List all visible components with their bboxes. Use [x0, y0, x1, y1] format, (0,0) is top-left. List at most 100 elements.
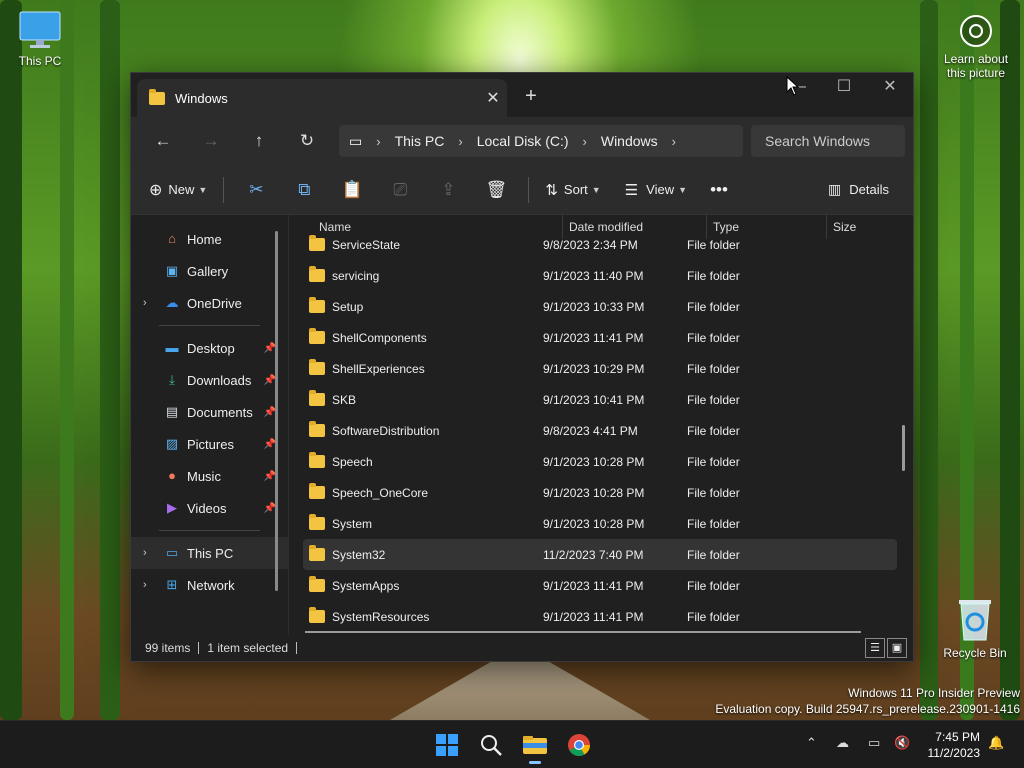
taskbar-file-explorer[interactable]: [521, 731, 549, 764]
chevron-down-icon: ▼: [198, 184, 208, 195]
forward-button[interactable]: →: [187, 131, 235, 151]
new-button[interactable]: ⊕ New ▼: [141, 174, 215, 206]
file-date-cell: 9/1/2023 11:41 PM: [543, 578, 644, 593]
column-header-size[interactable]: Size: [827, 215, 887, 239]
file-name-cell: ServiceState: [303, 235, 543, 252]
clipboard-icon: 📋: [341, 179, 363, 199]
taskbar-chrome[interactable]: [565, 731, 593, 759]
chevron-right-icon[interactable]: ›: [143, 579, 147, 591]
sidebar-item-this-pc[interactable]: › ▭ This PC: [131, 537, 288, 569]
cut-button[interactable]: ✂: [232, 174, 280, 206]
learn-about-picture[interactable]: Learn about this picture: [936, 14, 1016, 80]
clock[interactable]: 7:45 PM 11/2/2023: [928, 729, 981, 761]
column-header-date[interactable]: Date modified: [563, 215, 707, 239]
file-date-cell: 9/1/2023 10:28 PM: [543, 516, 645, 531]
search-button[interactable]: [477, 731, 505, 759]
file-name-cell: System: [303, 514, 543, 531]
notification-bell-icon[interactable]: 🔔: [988, 735, 1004, 751]
search-input[interactable]: Search Windows: [751, 125, 905, 157]
close-window-button[interactable]: ✕: [867, 73, 913, 103]
sidebar-item-gallery[interactable]: ▣ Gallery: [131, 255, 288, 287]
share-button[interactable]: ⇪: [424, 174, 472, 206]
view-button[interactable]: ☰ View ▼: [617, 174, 695, 206]
desktop-icon-this-pc[interactable]: This PC: [0, 10, 80, 68]
delete-button[interactable]: 🗑: [472, 174, 520, 206]
sidebar-item-home[interactable]: ⌂ Home: [131, 223, 288, 255]
file-row[interactable]: SystemResources 9/1/2023 11:41 PM File fol…: [303, 601, 897, 632]
file-row[interactable]: SKB 9/1/2023 10:41 PM File folder: [303, 384, 897, 415]
monitor-icon: [19, 11, 61, 48]
sidebar-item-onedrive[interactable]: › ☁ OneDrive: [131, 287, 288, 319]
paste-button[interactable]: 📋: [328, 174, 376, 206]
show-hidden-icons-button[interactable]: ⌃: [806, 735, 817, 751]
column-header-type[interactable]: Type: [707, 215, 827, 239]
sidebar-scrollbar[interactable]: [275, 231, 278, 591]
file-row[interactable]: Speech_OneCore 9/1/2023 10:28 PM File fold…: [303, 477, 897, 508]
refresh-button[interactable]: ↻: [283, 131, 331, 151]
breadcrumb-chevron-icon[interactable]: ›: [672, 134, 676, 149]
file-row[interactable]: ShellComponents 9/1/2023 11:41 PM File fol…: [303, 322, 897, 353]
close-tab-icon[interactable]: ✕: [479, 88, 507, 108]
back-button[interactable]: ←: [139, 131, 187, 151]
file-type-cell: File folder: [687, 609, 740, 624]
folder-icon: [309, 359, 325, 375]
trash-icon: 🗑: [485, 179, 508, 199]
vertical-scrollbar[interactable]: [902, 425, 905, 471]
file-type-cell: File folder: [687, 392, 740, 407]
tab-windows[interactable]: Windows ✕: [137, 79, 507, 117]
address-bar[interactable]: ▭ › This PC › Local Disk (C:) › Windows …: [339, 125, 743, 157]
network-status-icon[interactable]: ▭: [868, 735, 880, 751]
start-button[interactable]: [433, 731, 461, 759]
column-headers: Name Date modified Type Size: [289, 215, 913, 239]
maximize-button[interactable]: ☐: [821, 73, 867, 103]
file-type-cell: File folder: [687, 423, 740, 438]
desktop-icon: ▬: [165, 340, 179, 355]
file-row[interactable]: System 9/1/2023 10:28 PM File folder: [303, 508, 897, 539]
chevron-right-icon[interactable]: ›: [143, 297, 147, 309]
file-name-cell: SoftwareDistribution: [303, 421, 543, 438]
file-row[interactable]: Speech 9/1/2023 10:28 PM File folder: [303, 446, 897, 477]
breadcrumb-local-disk[interactable]: Local Disk (C:): [477, 133, 569, 149]
file-row[interactable]: servicing 9/1/2023 11:40 PM File folder: [303, 260, 897, 291]
cloud-offline-icon[interactable]: ☁: [836, 735, 849, 751]
rename-button[interactable]: ⎚: [376, 174, 424, 206]
sort-button[interactable]: ⇅ Sort ▼: [537, 174, 608, 206]
up-button[interactable]: ↑: [235, 131, 283, 151]
volume-muted-icon[interactable]: 🔇: [894, 735, 910, 751]
sidebar-item-documents[interactable]: ▤ Documents 📌: [131, 396, 288, 428]
breadcrumb-this-pc[interactable]: This PC: [395, 133, 445, 149]
item-count: 99 items: [145, 641, 191, 655]
sidebar-item-desktop[interactable]: ▬ Desktop 📌: [131, 332, 288, 364]
video-icon: ▶: [167, 500, 177, 515]
file-row[interactable]: System32 11/2/2023 7:40 PM File folder: [303, 539, 897, 570]
details-button[interactable]: ▥ Details: [820, 174, 897, 206]
file-name-cell: Speech_OneCore: [303, 483, 543, 500]
details-view-button[interactable]: ☰: [865, 638, 885, 658]
taskbar: ⌃ ☁ ▭ 🔇 7:45 PM 11/2/2023 🔔: [0, 720, 1024, 768]
sidebar-item-music[interactable]: ● Music 📌: [131, 460, 288, 492]
desktop-icon-recycle-bin[interactable]: Recycle Bin: [935, 596, 1015, 660]
music-icon: ●: [168, 468, 176, 483]
sidebar-item-pictures[interactable]: ▨ Pictures 📌: [131, 428, 288, 460]
chevron-right-icon[interactable]: ›: [143, 547, 147, 559]
file-row[interactable]: ShellExperiences 9/1/2023 10:29 PM File fo…: [303, 353, 897, 384]
file-row[interactable]: Setup 9/1/2023 10:33 PM File folder: [303, 291, 897, 322]
sidebar-item-videos[interactable]: ▶ Videos 📌: [131, 492, 288, 524]
horizontal-scrollbar[interactable]: [305, 631, 861, 633]
file-date-cell: 9/1/2023 11:41 PM: [543, 330, 644, 345]
pc-icon: ▭: [349, 132, 363, 149]
file-row[interactable]: SystemApps 9/1/2023 11:41 PM File folder: [303, 570, 897, 601]
new-tab-button[interactable]: +: [517, 85, 545, 108]
sidebar-item-network[interactable]: › ⊞ Network: [131, 569, 288, 601]
file-row[interactable]: SoftwareDistribution 9/8/2023 4:41 PM File…: [303, 415, 897, 446]
copy-icon: ⧉: [298, 179, 311, 199]
more-options-button[interactable]: •••: [695, 174, 743, 206]
sidebar-item-downloads[interactable]: ⤓ Downloads 📌: [131, 364, 288, 396]
file-type-cell: File folder: [687, 361, 740, 376]
file-name-cell: ShellExperiences: [303, 359, 543, 376]
breadcrumb-windows[interactable]: Windows: [601, 133, 658, 149]
file-type-cell: File folder: [687, 485, 740, 500]
copy-button[interactable]: ⧉: [280, 174, 328, 206]
column-header-name[interactable]: Name: [319, 215, 563, 239]
large-icons-view-button[interactable]: ▣: [887, 638, 907, 658]
